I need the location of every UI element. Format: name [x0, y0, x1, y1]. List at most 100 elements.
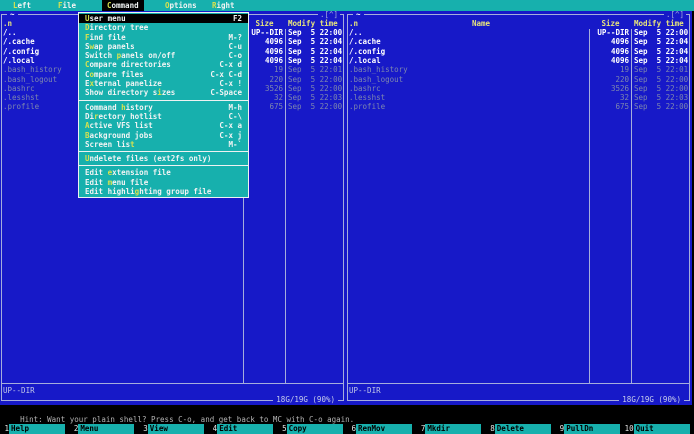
file-name: /.cache: [349, 37, 381, 47]
fkey-copy[interactable]: 5 Copy: [278, 424, 347, 434]
menu-item-undelete-files-ext2fs-only[interactable]: Undelete files (ext2fs only): [79, 154, 248, 163]
menu-item-shortcut: C-x !: [219, 79, 242, 89]
file-row-profile[interactable]: .profile 675 Sep 5 22:00: [346, 102, 690, 111]
fkey-renmov[interactable]: 6 RenMov: [347, 424, 416, 434]
menu-item-compare-directories[interactable]: Compare directories C-x d: [79, 60, 248, 69]
fkey-number: 3: [143, 424, 148, 433]
file-row-cache[interactable]: /.cache 4096 Sep 5 22:04: [346, 37, 690, 46]
fkey-help[interactable]: 1 Help: [0, 424, 69, 434]
fkey-edit[interactable]: 4 Edit: [208, 424, 277, 434]
panel-up-button[interactable]: .[^]: [317, 11, 340, 19]
fkey-label: Edit: [217, 424, 274, 434]
menu-item-background-jobs[interactable]: Background jobs C-x j: [79, 131, 248, 140]
fkey-view[interactable]: 3 View: [139, 424, 208, 434]
menu-item-shortcut: C-u: [228, 41, 242, 51]
file-row-bash-logout[interactable]: .bash_logout 220 Sep 5 22:00: [346, 75, 690, 84]
fkey-label: Menu: [78, 424, 135, 434]
column-header-name[interactable]: Name: [451, 19, 511, 28]
file-name: .lesshst: [349, 93, 386, 103]
column-header-mtime[interactable]: Modify time: [634, 19, 684, 28]
menubar-item-file[interactable]: File: [53, 0, 81, 11]
file-row-bash-history[interactable]: .bash_history 19 Sep 5 22:01: [346, 65, 690, 74]
column-header-size[interactable]: Size: [246, 19, 283, 28]
menu-item-label: Show directory sizes: [85, 88, 176, 98]
file-mtime: Sep 5 22:04: [634, 37, 689, 47]
status-separator: [348, 383, 689, 384]
file-name: .profile: [349, 102, 386, 112]
menu-item-show-directory-sizes[interactable]: Show directory sizes C-Space: [79, 88, 248, 97]
fkey-mkdir[interactable]: 7 Mkdir: [416, 424, 485, 434]
menu-item-shortcut: M-`: [228, 139, 242, 149]
file-name: .bash_history: [349, 65, 408, 75]
menubar-item-options[interactable]: Options: [160, 0, 202, 11]
menu-item-shortcut: C-x C-d: [210, 69, 242, 79]
file-name: .lesshst: [3, 93, 40, 103]
file-size: 4096: [264, 37, 283, 47]
menu-item-directory-tree[interactable]: Directory tree: [79, 23, 248, 32]
file-name: /.config: [349, 46, 386, 56]
menu-item-label: Directory hotlist: [85, 111, 162, 121]
menu-item-label: Switch panels on/off: [85, 51, 176, 61]
file-name: /.local: [349, 55, 381, 65]
menu-item-edit-menu-file[interactable]: Edit menu file: [79, 178, 248, 187]
fkey-label: Quit: [633, 424, 690, 434]
mini-status: UP--DIR: [3, 386, 35, 395]
fkey-label: RenMov: [356, 424, 412, 434]
menubar-item-right[interactable]: Right: [207, 0, 240, 11]
file-row-lesshst[interactable]: .lesshst 32 Sep 5 22:03: [346, 93, 690, 102]
menu-item-label: Edit highlighting group file: [85, 187, 212, 197]
fkey-pulldn[interactable]: 9 PullDn: [555, 424, 624, 434]
file-mtime: Sep 5 22:01: [288, 65, 343, 75]
menu-item-swap-panels[interactable]: Swap panels C-u: [79, 42, 248, 51]
menu-item-label: Edit menu file: [85, 177, 149, 187]
fkey-number: 1: [4, 424, 9, 433]
fkey-number: 8: [490, 424, 495, 433]
file-name: /..: [349, 28, 363, 37]
menu-item-user-menu[interactable]: User menu F2: [79, 14, 248, 24]
menubar-item-command[interactable]: Command: [102, 0, 144, 11]
file-mtime: Sep 5 22:04: [634, 55, 689, 65]
free-space-indicator: 18G/19G (90%): [273, 395, 338, 404]
sort-indicator: .n: [3, 19, 13, 28]
menu-item-edit-extension-file[interactable]: Edit extension file: [79, 168, 248, 177]
sort-indicator: .n: [349, 19, 359, 28]
panel-up-button[interactable]: .[^]: [663, 11, 686, 19]
menu-item-switch-panels-on-off[interactable]: Switch panels on/off C-o: [79, 51, 248, 60]
free-space-indicator: 18G/19G (90%): [619, 395, 684, 404]
fkey-number: 9: [559, 424, 565, 433]
file-size: 19: [273, 65, 283, 75]
fkey-quit[interactable]: 10 Quit: [625, 424, 694, 434]
file-name: /.cache: [3, 37, 35, 47]
file-row-local[interactable]: /.local 4096 Sep 5 22:04: [346, 56, 690, 65]
file-mtime: Sep 5 22:00: [634, 83, 689, 93]
fkey-delete[interactable]: 8 Delete: [486, 424, 555, 434]
menu-item-directory-hotlist[interactable]: Directory hotlist C-\: [79, 112, 248, 121]
file-row-[interactable]: /.. UP--DIR Sep 5 22:00: [346, 28, 690, 37]
menu-item-find-file[interactable]: Find file M-?: [79, 33, 248, 42]
command-line[interactable]: midnight@commander:~$: [2, 415, 124, 433]
menu-item-compare-files[interactable]: Compare files C-x C-d: [79, 70, 248, 79]
fkey-number: 4: [212, 424, 218, 433]
fkey-number: 10: [624, 424, 634, 433]
menu-item-shortcut: M-?: [228, 32, 242, 42]
panel-path[interactable]: ~: [353, 11, 364, 19]
menu-item-external-panelize[interactable]: External panelize C-x !: [79, 79, 248, 88]
file-mtime: Sep 5 22:03: [288, 93, 343, 103]
menu-item-active-vfs-list[interactable]: Active VFS list C-x a: [79, 121, 248, 130]
file-mtime: Sep 5 22:00: [288, 28, 343, 37]
menu-item-edit-highlighting-group-file[interactable]: Edit highlighting group file: [79, 187, 248, 196]
column-header-mtime[interactable]: Modify time: [288, 19, 338, 28]
file-mtime: Sep 5 22:04: [288, 37, 343, 47]
file-mtime: Sep 5 22:00: [634, 74, 689, 84]
fkey-number: 7: [420, 424, 426, 433]
menu-item-screen-list[interactable]: Screen list M-`: [79, 140, 248, 149]
panel-path[interactable]: ~: [7, 11, 18, 19]
column-header-size[interactable]: Size: [592, 19, 629, 28]
fkey-menu[interactable]: 2 Menu: [69, 424, 138, 434]
menu-item-command-history[interactable]: Command history M-h: [79, 103, 248, 112]
menu-item-shortcut: C-o: [228, 51, 242, 61]
menu-item-label: Swap panels: [85, 41, 135, 51]
fkey-label: Help: [9, 424, 65, 434]
file-row-config[interactable]: /.config 4096 Sep 5 22:04: [346, 47, 690, 56]
file-row-bashrc[interactable]: .bashrc 3526 Sep 5 22:00: [346, 84, 690, 93]
